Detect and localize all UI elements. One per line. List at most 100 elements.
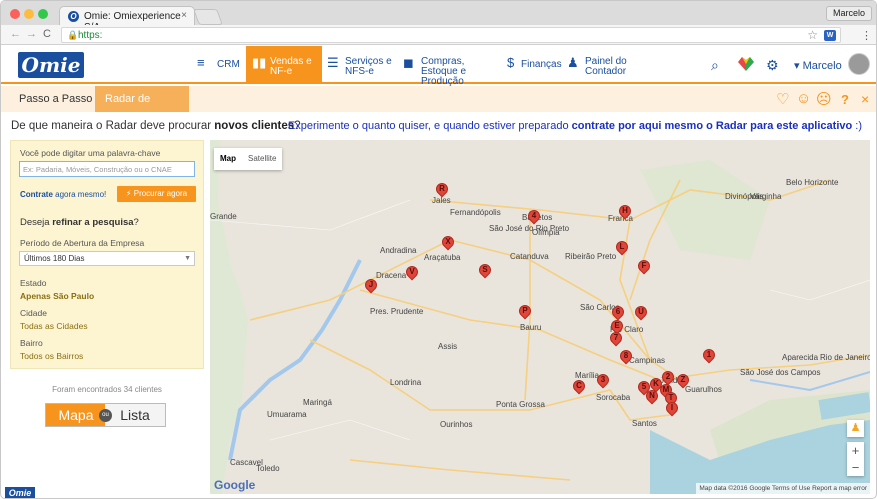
map-type-satellite[interactable]: Satellite [242,148,282,170]
colorful-heart-icon[interactable] [737,56,755,75]
map-pin-s[interactable]: S [476,261,494,282]
state-value[interactable]: Apenas São Paulo [20,291,94,301]
google-logo: Google [214,478,256,492]
forward-icon[interactable]: → [26,28,37,40]
promo-link[interactable]: Experimente o quanto quiser, e quando es… [288,120,862,132]
back-icon[interactable]: ← [10,28,21,40]
city-label: Belo Horizonte [786,178,839,187]
city-label: Cidade [20,308,47,318]
map-pin-u[interactable]: U [632,303,650,324]
city-label: Dracena [376,271,407,280]
tab-passo-a-passo[interactable]: Passo a Passo [9,86,102,112]
smile-icon[interactable]: ☺ [796,90,811,107]
pin-label: U [638,307,644,316]
reload-icon[interactable]: C [43,28,51,40]
pin-label: 7 [613,333,619,342]
maximize-window-icon[interactable] [38,9,48,19]
tab-close-icon[interactable]: × [181,10,187,21]
map-pin-v[interactable]: V [403,263,421,284]
city-label: Pres. Prudente [370,307,424,316]
map-pin-n[interactable]: N [643,387,661,408]
crm-icon: ≡ [197,55,205,70]
map-pin-l[interactable]: L [613,238,631,259]
map-pin-4[interactable]: 4 [525,207,543,228]
city-label: Ourinhos [440,420,473,429]
omie-logo[interactable]: Omie [18,52,84,78]
city-label: Umuarama [267,410,307,419]
user-name[interactable]: ▾ Marcelo [794,59,842,72]
browser-tab-bar: O Omie: Omiexperience S/A × Marcelo [1,1,876,33]
map-type-map[interactable]: Map [214,148,242,170]
city-label: Varginha [750,192,782,201]
map-pin-3[interactable]: 3 [594,371,612,392]
city-label: Guarulhos [685,385,722,394]
period-label: Período de Abertura da Empresa [20,238,145,248]
tab-radar-de-clientes[interactable]: Radar de Clientes [95,86,189,131]
menu-financas[interactable]: $ Finanças [507,46,562,84]
map-pin-r[interactable]: R [433,180,451,201]
map-view-button[interactable]: Mapa [46,404,106,426]
menu-crm[interactable]: ≡ CRM [197,46,245,84]
map-pin-1[interactable]: 1 [700,346,718,367]
map-pin-h[interactable]: H [616,202,634,223]
street-view-icon[interactable]: ♟ [847,420,864,437]
close-icon[interactable]: × [861,91,869,107]
map-pin-f[interactable]: F [635,257,653,278]
minimize-window-icon[interactable] [24,9,34,19]
contrate-link[interactable]: Contrate agora mesmo! [20,190,106,199]
frown-icon[interactable]: ☹ [816,90,832,108]
city-label: Rio de Janeiro [820,353,870,362]
city-label: Ponta Grossa [496,400,545,409]
browser-profile-button[interactable]: Marcelo [825,6,872,21]
url-text: https: [78,30,103,41]
search-icon[interactable]: ⌕ [711,57,719,74]
city-label: Olímpia [532,228,560,237]
bairro-value[interactable]: Todos os Bairros [20,351,83,361]
list-view-button[interactable]: Lista [105,404,165,426]
heart-icon[interactable]: ♡ [776,90,789,108]
google-map[interactable]: Belo Horizonte Divinópolis Jales Fernandópo… [210,140,870,494]
omie-favicon-icon: O [68,11,79,22]
map-pin-i[interactable]: I [663,399,681,420]
period-select[interactable]: Últimos 180 Dias ▼ [19,251,195,266]
pin-label: H [622,206,628,215]
close-window-icon[interactable] [10,9,20,19]
city-label: Ribeirão Preto [565,252,617,261]
map-pin-z[interactable]: Z [674,371,692,392]
city-label: Fernandópolis [450,208,501,217]
pin-label: P [522,306,528,315]
map-pin-c[interactable]: C [570,377,588,398]
bookmark-star-icon[interactable]: ☆ [807,28,818,42]
map-pin-j[interactable]: J [362,276,380,297]
gear-icon[interactable]: ⚙ [766,57,779,74]
extension-icon[interactable]: W [824,30,836,41]
pin-label: R [439,184,445,193]
map-attribution[interactable]: Map data ©2016 Google Terms of Use Repor… [696,483,870,494]
menu-servicos[interactable]: ☰ Serviços e NFS-e [327,46,397,84]
map-pin-7[interactable]: 7 [607,329,625,350]
browser-menu-icon[interactable]: ⋮ [861,29,872,42]
help-icon[interactable]: ? [841,92,849,107]
promo-text: Experimente o quanto quiser, e quando es… [287,120,572,132]
city-value[interactable]: Todas as Cidades [20,321,88,331]
menu-painel[interactable]: ♟ Painel do Contador [567,46,631,84]
map-pin-p[interactable]: P [516,302,534,323]
pin-label: C [576,381,582,390]
zoom-out-button[interactable]: − [847,459,864,476]
menu-compras[interactable]: ◼ Compras, Estoque e Produção [403,46,499,87]
pin-label: 4 [531,211,537,220]
map-pin-x[interactable]: X [439,233,457,254]
keyword-input[interactable]: Ex: Padaria, Móveis, Construção ou o CNA… [19,161,195,177]
list-icon: ☰ [327,55,339,70]
search-now-button[interactable]: ⚡ Procurar agora [117,186,196,202]
browser-tab[interactable]: O Omie: Omiexperience S/A × [59,6,195,33]
menu-vendas[interactable]: ▮▮ Vendas e NF-e [246,46,322,84]
toggle-or-label: ou [99,409,112,422]
map-pin-8[interactable]: 8 [617,347,635,368]
address-bar[interactable]: 🔒 https: ☆ W [61,27,841,43]
city-label: Andradina [380,246,417,255]
zoom-in-button[interactable]: + [847,442,864,459]
avatar[interactable] [848,53,870,75]
new-tab-button[interactable] [193,9,223,25]
box-icon: ◼ [403,55,414,70]
